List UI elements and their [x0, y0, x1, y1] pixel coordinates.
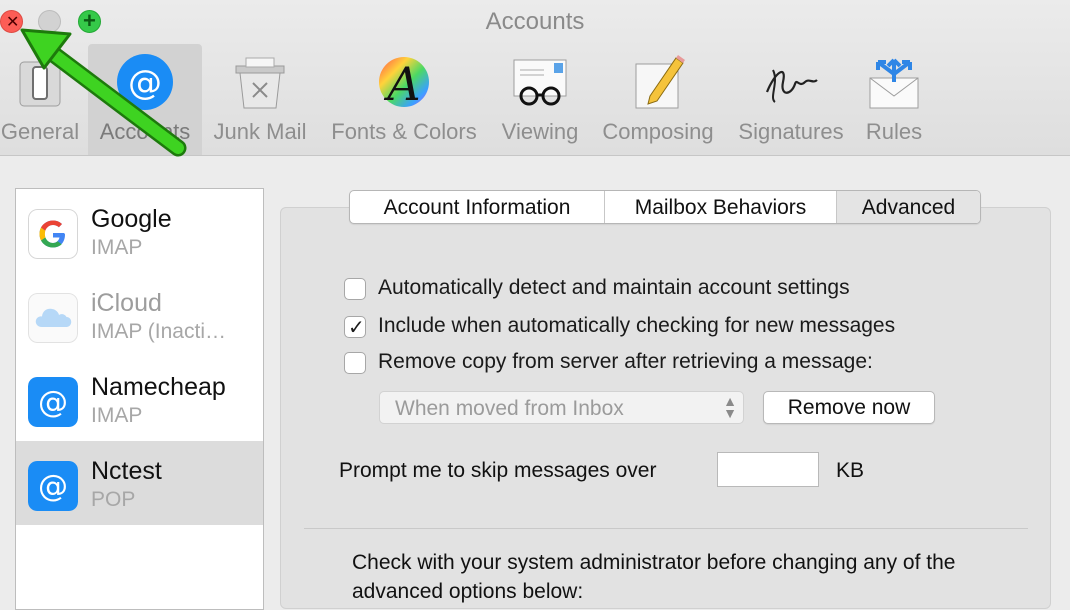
accounts-list: Google IMAP iCloud IMAP (Inacti… @ Namec…	[15, 188, 264, 610]
account-type: IMAP	[91, 404, 143, 427]
up-down-chevron-icon: ▲ ▼	[723, 393, 737, 421]
account-name: Namecheap	[91, 373, 226, 401]
svg-text:A: A	[383, 57, 420, 111]
account-item-icloud[interactable]: iCloud IMAP (Inacti…	[16, 273, 263, 357]
admin-warning-text: Check with your system administrator bef…	[352, 551, 956, 603]
toolbar-viewing-label: Viewing	[501, 119, 579, 144]
account-item-google[interactable]: Google IMAP	[16, 189, 263, 273]
include-check-label: Include when automatically checking for …	[378, 314, 896, 337]
toolbar-signatures-label: Signatures	[738, 119, 844, 144]
glasses-envelope-icon	[513, 59, 567, 106]
tab-account-information[interactable]: Account Information	[350, 191, 605, 223]
remove-copy-checkbox[interactable]	[344, 352, 366, 374]
account-item-nctest[interactable]: @ Nctest POP	[16, 441, 263, 525]
remove-now-button[interactable]: Remove now	[763, 391, 935, 424]
account-item-namecheap[interactable]: @ Namecheap IMAP	[16, 357, 263, 441]
account-name: Nctest	[91, 457, 162, 485]
auto-detect-label: Automatically detect and maintain accoun…	[378, 276, 850, 299]
toolbar-viewing[interactable]: Viewing	[496, 44, 584, 155]
at-sign-icon: @	[28, 377, 78, 427]
trash-can-icon	[235, 57, 285, 109]
tab-mailbox-behaviors[interactable]: Mailbox Behaviors	[605, 191, 837, 223]
remove-copy-label: Remove copy from server after retrieving…	[378, 350, 873, 373]
svg-text:@: @	[128, 63, 162, 103]
account-name: iCloud	[91, 289, 162, 317]
account-tabs: Account Information Mailbox Behaviors Ad…	[349, 190, 981, 224]
skip-size-input[interactable]	[717, 452, 819, 487]
toolbar-general-label: General	[0, 119, 80, 144]
icloud-icon	[28, 293, 78, 343]
account-name: Google	[91, 205, 172, 233]
svg-text:@: @	[38, 385, 68, 420]
toolbar-composing-label: Composing	[602, 119, 714, 144]
account-type: POP	[91, 488, 136, 511]
general-switch-icon	[19, 61, 61, 107]
signature-icon	[765, 69, 818, 103]
at-sign-icon: @	[28, 461, 78, 511]
font-a-icon: A	[379, 57, 429, 111]
section-divider	[304, 528, 1028, 529]
toolbar-junk-mail[interactable]: Junk Mail	[208, 44, 312, 155]
account-type: IMAP	[91, 236, 143, 259]
toolbar-signatures[interactable]: Signatures	[732, 44, 850, 155]
window-title: Accounts	[485, 8, 585, 35]
tab-advanced[interactable]: Advanced	[837, 191, 980, 223]
at-sign-icon: @	[117, 54, 173, 110]
toolbar-fonts-colors[interactable]: A Fonts & Colors	[322, 44, 486, 155]
window-toolbar: Accounts General @ Accounts Junk Mail	[0, 0, 1070, 156]
remove-when-select[interactable]: When moved from Inbox ▲ ▼	[379, 391, 744, 424]
toolbar-general[interactable]: General	[0, 44, 80, 155]
toolbar-junk-mail-label: Junk Mail	[213, 119, 307, 144]
toolbar-accounts-label: Accounts	[99, 119, 191, 144]
account-type: IMAP (Inacti…	[91, 320, 226, 343]
toolbar-accounts[interactable]: @ Accounts	[88, 44, 202, 155]
svg-text:@: @	[38, 469, 68, 504]
kb-unit-label: KB	[836, 459, 865, 482]
rules-envelope-arrows-icon	[869, 58, 919, 109]
auto-detect-checkbox[interactable]	[344, 278, 366, 300]
toolbar-rules-label: Rules	[865, 119, 923, 144]
include-check-checkbox[interactable]	[344, 315, 366, 340]
pencil-paper-icon	[635, 55, 685, 109]
toolbar-composing[interactable]: Composing	[596, 44, 720, 155]
remove-when-value: When moved from Inbox	[395, 397, 624, 420]
prompt-skip-label: Prompt me to skip messages over	[339, 459, 657, 482]
google-icon	[28, 209, 78, 259]
toolbar-rules[interactable]: Rules	[858, 44, 930, 155]
toolbar-fonts-colors-label: Fonts & Colors	[331, 119, 477, 144]
